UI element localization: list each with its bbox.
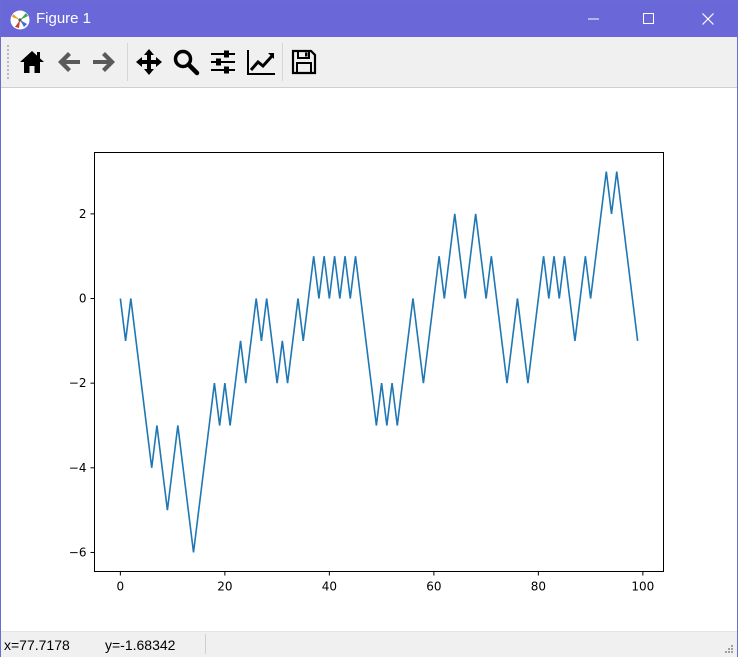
figure-canvas[interactable]: 0 20 40 60 80 100 2 0 −2 −4 −6 — [1, 88, 737, 631]
back-button[interactable] — [52, 45, 86, 79]
y-tick-label: −6 — [69, 545, 87, 559]
toolbar-separator — [282, 43, 283, 81]
axes-frame — [94, 152, 664, 572]
x-tick-label: 60 — [426, 580, 441, 594]
configure-subplots-button[interactable] — [206, 45, 240, 79]
pan-button[interactable] — [132, 45, 166, 79]
zoom-button[interactable] — [169, 45, 203, 79]
maximize-icon — [643, 13, 654, 24]
pan-move-icon — [136, 49, 162, 75]
save-floppy-icon — [291, 49, 317, 75]
close-icon — [702, 13, 714, 25]
y-coordinate-readout: y=-1.68342 — [105, 637, 176, 653]
y-tick-label: 0 — [79, 292, 87, 306]
toolbar-separator — [127, 43, 128, 81]
x-tick-label: 0 — [117, 580, 125, 594]
edit-axis-button[interactable] — [243, 45, 277, 79]
back-arrow-icon — [58, 52, 80, 72]
y-tick-label: −2 — [69, 376, 87, 390]
edit-axis-icon — [247, 50, 275, 75]
close-button[interactable] — [685, 1, 731, 37]
navigation-toolbar — [1, 37, 737, 88]
configure-subplots-icon — [211, 50, 235, 74]
minimize-button[interactable] — [571, 1, 617, 37]
x-tick-label: 20 — [217, 580, 232, 594]
maximize-button[interactable] — [626, 1, 672, 37]
minimize-icon — [588, 18, 599, 20]
x-tick-label: 100 — [631, 580, 654, 594]
x-tick-label: 80 — [531, 580, 546, 594]
forward-button[interactable] — [87, 45, 121, 79]
line-chart[interactable]: 0 20 40 60 80 10020−2−4−6 — [1, 88, 737, 631]
resize-grip-icon[interactable] — [724, 644, 734, 654]
x-coordinate-readout: x=77.7178 — [4, 637, 70, 653]
forward-arrow-icon — [93, 52, 115, 72]
window-title: Figure 1 — [36, 10, 92, 27]
title-bar[interactable]: Figure 1 — [1, 1, 737, 37]
matplotlib-logo-icon — [10, 10, 30, 30]
status-separator — [205, 634, 206, 654]
toolbar-grip[interactable] — [7, 45, 11, 79]
x-tick-label: 40 — [322, 580, 337, 594]
figure-window: Figure 1 0 20 40 60 80 100 2 0 −2 −4 −6 … — [0, 0, 738, 657]
y-tick-label: 2 — [79, 207, 87, 221]
zoom-magnifier-icon — [173, 49, 200, 76]
status-bar: x=77.7178 y=-1.68342 — [1, 631, 737, 657]
home-button[interactable] — [15, 45, 49, 79]
home-icon — [20, 51, 44, 73]
save-button[interactable] — [287, 45, 321, 79]
y-tick-label: −4 — [69, 461, 87, 475]
